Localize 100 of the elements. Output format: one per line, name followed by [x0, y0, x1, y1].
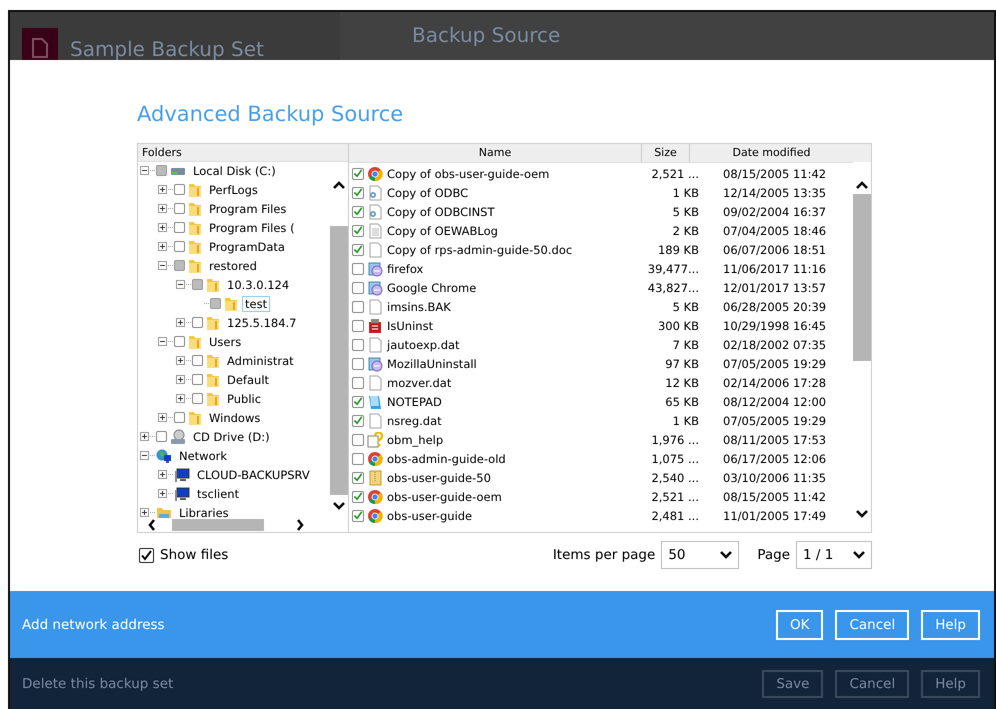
file-name[interactable]: Copy of rps-admin-guide-50.doc: [387, 242, 633, 256]
expand-icon[interactable]: [158, 489, 167, 498]
file-name[interactable]: IsUninst: [387, 318, 633, 332]
collapse-icon[interactable]: [140, 166, 149, 175]
checkbox[interactable]: [352, 186, 364, 198]
checkbox[interactable]: [210, 298, 221, 309]
scroll-down-icon[interactable]: [333, 502, 345, 510]
tree-item[interactable]: Users: [206, 334, 244, 350]
page-select[interactable]: 1 / 1: [796, 541, 872, 569]
tree-item[interactable]: CD Drive (D:): [190, 428, 273, 444]
file-name[interactable]: Copy of ODBCINST: [387, 204, 633, 218]
column-header[interactable]: Size: [642, 144, 690, 162]
checkbox-label[interactable]: Show files: [160, 547, 228, 563]
expand-icon[interactable]: [140, 432, 149, 441]
checkbox[interactable]: [352, 262, 364, 274]
checkbox[interactable]: [352, 282, 364, 294]
expand-icon[interactable]: [158, 242, 167, 251]
scroll-up-icon[interactable]: [856, 181, 868, 189]
checkbox[interactable]: [352, 396, 364, 408]
checkbox[interactable]: [352, 452, 364, 464]
expand-icon[interactable]: [140, 508, 149, 517]
file-name[interactable]: nsreg.dat: [387, 414, 633, 428]
checkbox[interactable]: [156, 431, 167, 442]
checkbox[interactable]: [174, 260, 185, 271]
scroll-down-icon[interactable]: [856, 510, 868, 518]
expand-icon[interactable]: [158, 223, 167, 232]
file-name[interactable]: Copy of obs-user-guide-oem: [387, 166, 633, 180]
file-name[interactable]: obs-user-guide-50: [387, 470, 633, 484]
checkbox[interactable]: [352, 224, 364, 236]
checkbox[interactable]: [352, 300, 364, 312]
column-header[interactable]: Name: [349, 144, 642, 162]
checkbox[interactable]: [192, 393, 203, 404]
expand-icon[interactable]: [158, 413, 167, 422]
tree-item[interactable]: Network: [176, 448, 230, 464]
footer-button[interactable]: Save: [762, 670, 824, 698]
checkbox[interactable]: [174, 222, 185, 233]
checkbox[interactable]: [352, 434, 364, 446]
scroll-left-icon[interactable]: [148, 519, 156, 531]
scroll-right-icon[interactable]: [296, 519, 304, 531]
tree-item[interactable]: Local Disk (C:): [190, 162, 279, 178]
tree-item[interactable]: CLOUD-BACKUPSRV: [194, 466, 313, 482]
tree-item[interactable]: ProgramData: [206, 238, 288, 254]
expand-icon[interactable]: [158, 204, 167, 213]
items-per-page-select[interactable]: 50: [661, 541, 740, 569]
collapse-icon[interactable]: [140, 451, 149, 460]
file-name[interactable]: obs-user-guide: [387, 508, 633, 522]
dropdown-icon[interactable]: [720, 551, 732, 559]
tree-item[interactable]: restored: [206, 258, 260, 274]
expand-icon[interactable]: [176, 375, 185, 384]
checkbox[interactable]: [192, 279, 203, 290]
checkbox[interactable]: [192, 317, 203, 328]
expand-icon[interactable]: [158, 470, 167, 479]
tree-item[interactable]: 125.5.184.7: [224, 314, 300, 330]
checkbox[interactable]: [352, 490, 364, 502]
footer-button[interactable]: Cancel: [835, 670, 910, 698]
file-name[interactable]: Google Chrome: [387, 280, 633, 294]
expand-icon[interactable]: [176, 356, 185, 365]
checkbox[interactable]: [174, 184, 185, 195]
file-name[interactable]: firefox: [387, 262, 633, 276]
expand-icon[interactable]: [158, 185, 167, 194]
file-name[interactable]: MozillaUninstall: [387, 356, 633, 370]
tree-item[interactable]: Program Files (: [206, 220, 298, 236]
checkbox[interactable]: [192, 374, 203, 385]
file-name[interactable]: mozver.dat: [387, 376, 633, 390]
file-name[interactable]: imsins.BAK: [387, 300, 633, 314]
checkbox[interactable]: [174, 241, 185, 252]
collapse-icon[interactable]: [176, 280, 185, 289]
file-name[interactable]: Copy of OEWABLog: [387, 224, 633, 238]
file-name[interactable]: NOTEPAD: [387, 394, 633, 408]
expand-icon[interactable]: [176, 394, 185, 403]
checkbox[interactable]: [352, 206, 364, 218]
checkbox[interactable]: [352, 414, 364, 426]
file-name[interactable]: obm_help: [387, 432, 633, 446]
checkbox[interactable]: [352, 472, 364, 484]
checkbox[interactable]: [352, 510, 364, 522]
checkbox[interactable]: [352, 358, 364, 370]
tree-item[interactable]: Administrat: [224, 352, 297, 368]
checkbox[interactable]: [174, 412, 185, 423]
tree-item[interactable]: 10.3.0.124: [224, 276, 292, 292]
file-name[interactable]: obs-user-guide-oem: [387, 490, 633, 504]
dropdown-icon[interactable]: [853, 551, 865, 559]
footer-button[interactable]: Help: [921, 670, 980, 698]
collapse-icon[interactable]: [158, 261, 167, 270]
checkbox[interactable]: [352, 320, 364, 332]
checkbox[interactable]: [352, 376, 364, 388]
expand-icon[interactable]: [176, 318, 185, 327]
checkbox[interactable]: [156, 165, 167, 176]
file-name[interactable]: obs-admin-guide-old: [387, 452, 633, 466]
delete-backup-set-link[interactable]: Delete this backup set: [22, 676, 174, 692]
file-name[interactable]: jautoexp.dat: [387, 338, 633, 352]
tree-item[interactable]: Default: [224, 372, 272, 388]
checkbox[interactable]: [352, 168, 364, 180]
tree-item[interactable]: Windows: [206, 410, 264, 426]
show-files-checkbox[interactable]: Show files: [139, 547, 228, 563]
collapse-icon[interactable]: [158, 337, 167, 346]
checkbox[interactable]: [174, 336, 185, 347]
tree-item[interactable]: Program Files: [206, 200, 290, 216]
checkbox[interactable]: [139, 548, 154, 562]
tree-item[interactable]: tsclient: [194, 486, 242, 502]
file-name[interactable]: Copy of ODBC: [387, 186, 633, 200]
